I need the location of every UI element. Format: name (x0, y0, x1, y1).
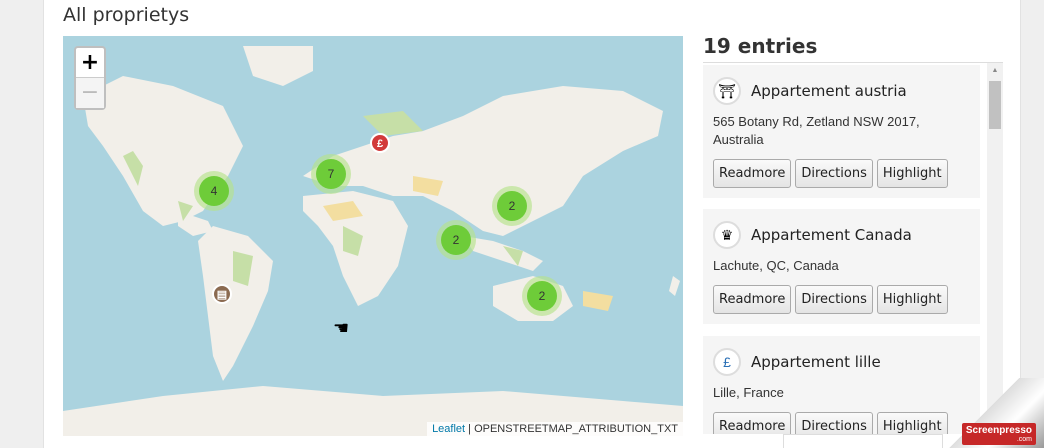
item-address: Lachute, QC, Canada (713, 258, 839, 273)
entries-title: 19 entries (703, 34, 818, 58)
book-icon[interactable]: ▤ (212, 284, 232, 304)
directions-button[interactable]: Directions (795, 285, 873, 314)
zoom-out-button[interactable]: − (76, 78, 104, 108)
map-attribution: Leaflet | OPENSTREETMAP_ATTRIBUTION_TXT (427, 422, 683, 436)
item-title: Appartement lille (751, 353, 881, 371)
watermark-brand: Screenpresso (965, 425, 1032, 436)
pound-icon[interactable]: £ (370, 133, 390, 153)
screenpresso-watermark: Screenpresso .com (961, 423, 1036, 445)
cluster-southeast-asia[interactable]: 2 (436, 220, 476, 260)
cluster-count: 7 (316, 159, 346, 189)
cluster-count: 2 (441, 225, 471, 255)
cluster-europe[interactable]: 7 (311, 154, 351, 194)
pagoda-icon: ⛩ (713, 77, 741, 105)
highlight-button[interactable]: Highlight (876, 285, 948, 314)
readmore-button[interactable]: Readmore (713, 285, 792, 314)
zoom-in-button[interactable]: + (76, 48, 104, 78)
item-title: Appartement Canada (751, 226, 912, 244)
cluster-east-asia[interactable]: 2 (492, 186, 532, 226)
bottom-tab (783, 434, 943, 448)
page-title: All proprietys (63, 4, 190, 26)
item-title: Appartement austria (751, 82, 907, 100)
directions-button[interactable]: Directions (795, 159, 873, 188)
readmore-button[interactable]: Readmore (713, 159, 792, 188)
highlight-button[interactable]: Highlight (876, 159, 948, 188)
pound-icon: £ (713, 348, 741, 376)
list-item[interactable]: ♛ Appartement Canada Lachute, QC, Canada… (703, 209, 980, 324)
zoom-control: + − (74, 46, 106, 110)
cluster-north-america[interactable]: 4 (194, 171, 234, 211)
list-item[interactable]: ⛩ Appartement austria 565 Botany Rd, Zet… (703, 65, 980, 198)
watermark-domain: .com (1016, 436, 1032, 443)
scroll-thumb[interactable] (989, 81, 1001, 129)
crown-icon: ♛ (713, 221, 741, 249)
readmore-button[interactable]: Readmore (713, 412, 792, 434)
map[interactable]: + − 4 7 2 2 2 £ ▤ ☚ Leaflet | OPENSTREET… (63, 36, 683, 436)
map-land (63, 46, 683, 436)
cluster-count: 4 (199, 176, 229, 206)
cluster-count: 2 (527, 281, 557, 311)
attribution-text: | OPENSTREETMAP_ATTRIBUTION_TXT (468, 423, 678, 435)
directions-button[interactable]: Directions (795, 412, 873, 434)
item-address: 565 Botany Rd, Zetland NSW 2017, Austral… (713, 114, 920, 147)
scroll-up-icon[interactable]: ▲ (987, 63, 1003, 79)
hand-cursor-icon: ☚ (333, 318, 350, 338)
cluster-australia[interactable]: 2 (522, 276, 562, 316)
cluster-count: 2 (497, 191, 527, 221)
leaflet-link[interactable]: Leaflet (432, 423, 465, 435)
